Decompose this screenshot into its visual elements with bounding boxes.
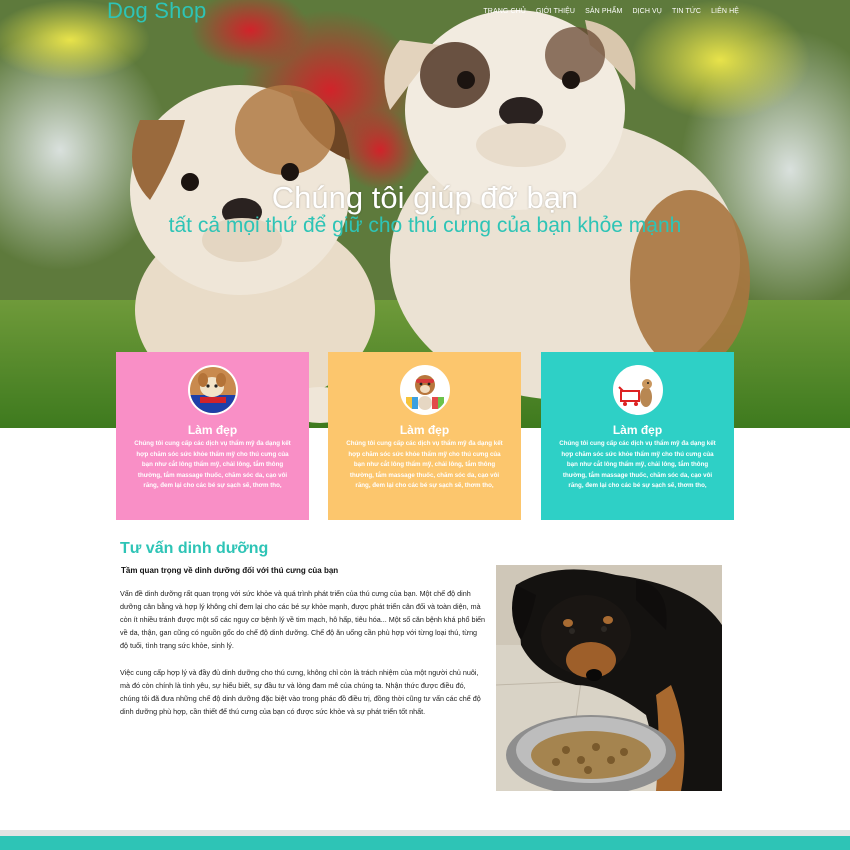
service-card-1[interactable]: Làm đẹp Chúng tôi cung cấp các dịch vụ t… [116,352,309,520]
service-card-2[interactable]: Làm đẹp Chúng tôi cung cấp các dịch vụ t… [328,352,521,520]
card-text: Chúng tôi cung cấp các dịch vụ thẩm mỹ đ… [346,440,503,489]
nav-item-about[interactable]: GIỚI THIỆU [536,8,575,15]
section-subtitle: Tầm quan trọng về dinh dưỡng đối với thú… [121,566,339,575]
footer-bar [0,836,850,850]
card-title: Làm đẹp [187,423,238,437]
card-text: Chúng tôi cung cấp các dịch vụ thẩm mỹ đ… [134,440,291,489]
section-title: Tư vấn dinh dưỡng [120,540,269,557]
card-title: Làm đẹp [612,423,663,437]
nav-item-home[interactable]: TRANG CHỦ [483,8,526,15]
hero-title: Chúng tôi giúp đỡ bạn [271,180,579,215]
card-title: Làm đẹp [399,423,450,437]
nav-item-products[interactable]: SẢN PHẨM [585,8,622,15]
site-logo[interactable]: Dog Shop [107,0,206,24]
card-avatar-dog-cart-icon [612,365,663,415]
service-card-3[interactable]: Làm đẹp Chúng tôi cung cấp các dịch vụ t… [541,352,734,520]
section-paragraph-2: Việc cung cấp hợp lý và đầy đủ dinh dưỡn… [120,668,481,716]
section-paragraph-1: Vấn đề dinh dưỡng rất quan trọng với sức… [120,589,486,650]
card-avatar-dog-icon [399,365,450,415]
nav-item-contact[interactable]: LIÊN HỆ [711,8,739,15]
card-avatar-dog-icon [187,365,238,415]
main-nav: TRANG CHỦ GIỚI THIỆU SẢN PHẨM DỊCH VỤ TI… [483,8,739,15]
nav-item-services[interactable]: DỊCH VỤ [632,8,661,15]
dog-eating-photo [496,565,722,791]
nav-item-news[interactable]: TIN TỨC [672,8,701,15]
card-text: Chúng tôi cung cấp các dịch vụ thẩm mỹ đ… [559,440,716,489]
hero-subtitle: tất cả mọi thứ để giữ cho thú cưng của b… [168,214,682,237]
